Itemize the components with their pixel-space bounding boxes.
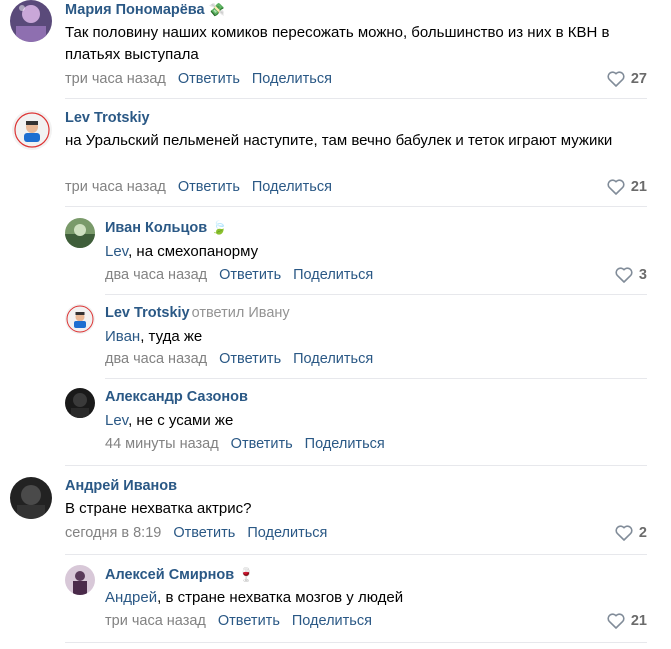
like-count: 3 <box>638 267 647 283</box>
separator <box>65 554 647 555</box>
heart-icon <box>615 267 633 283</box>
avatar[interactable] <box>65 304 95 334</box>
reply-button[interactable]: Ответить <box>219 351 281 367</box>
leaf-emoji-icon: 🍃 <box>211 220 228 235</box>
share-button[interactable]: Поделиться <box>252 71 332 87</box>
like-button[interactable]: 2 <box>615 525 647 541</box>
share-button[interactable]: Поделиться <box>252 179 332 195</box>
reply-button[interactable]: Ответить <box>219 267 281 283</box>
avatar[interactable] <box>65 218 95 248</box>
avatar[interactable] <box>65 388 95 418</box>
comment-meta: сегодня в 8:19 Ответить Поделиться <box>65 525 327 541</box>
share-button[interactable]: Поделиться <box>292 613 372 629</box>
comment-text: на Уральский пельменей наступите, там ве… <box>65 132 613 149</box>
comment-text: Иван, туда же <box>105 328 203 345</box>
like-count: 21 <box>630 179 647 195</box>
author-name[interactable]: Андрей Иванов <box>65 478 177 494</box>
comment-text: Lev, не с усами же <box>105 412 234 429</box>
avatar[interactable] <box>10 0 52 42</box>
money-emoji-icon: 💸 <box>208 2 225 17</box>
separator <box>105 294 647 295</box>
separator <box>65 465 647 466</box>
reply-button[interactable]: Ответить <box>178 179 240 195</box>
separator <box>105 378 647 379</box>
comment-text: Так половину наших комиков пересожать мо… <box>65 24 610 63</box>
timestamp[interactable]: три часа назад <box>65 179 166 195</box>
like-count: 2 <box>638 525 647 541</box>
mention-link[interactable]: Lev <box>105 243 128 260</box>
separator <box>65 642 647 643</box>
wine-glass-emoji-icon: 🍷 <box>238 567 255 582</box>
like-button[interactable]: 21 <box>607 613 647 629</box>
like-button[interactable]: 3 <box>615 267 647 283</box>
mention-link[interactable]: Lev <box>105 412 128 429</box>
author-name[interactable]: Lev Trotskiy ответил Ивану <box>105 305 290 321</box>
replied-to-label[interactable]: ответил Ивану <box>192 305 290 321</box>
heart-icon <box>607 179 625 195</box>
comment-meta: два часа назад Ответить Поделиться <box>105 267 373 283</box>
share-button[interactable]: Поделиться <box>247 525 327 541</box>
comment-text: Андрей, в стране нехватка мозгов у людей <box>105 589 404 606</box>
reply-button[interactable]: Ответить <box>178 71 240 87</box>
author-name[interactable]: Алексей Смирнов 🍷 <box>105 567 254 583</box>
mention-link[interactable]: Андрей <box>105 589 157 606</box>
comment-meta: три часа назад Ответить Поделиться <box>65 179 332 195</box>
like-count: 21 <box>630 613 647 629</box>
reply-button[interactable]: Ответить <box>218 613 280 629</box>
avatar[interactable] <box>65 565 95 595</box>
comment-meta: три часа назад Ответить Поделиться <box>65 71 332 87</box>
author-name[interactable]: Иван Кольцов 🍃 <box>105 220 227 236</box>
comment-text: Lev, на смехопанорму <box>105 243 259 260</box>
heart-icon <box>607 613 625 629</box>
avatar[interactable] <box>12 110 52 150</box>
timestamp[interactable]: два часа назад <box>105 267 207 283</box>
author-name[interactable]: Lev Trotskiy <box>65 110 150 126</box>
separator <box>65 206 647 207</box>
separator <box>65 98 647 99</box>
timestamp[interactable]: три часа назад <box>105 613 206 629</box>
like-button[interactable]: 21 <box>607 179 647 195</box>
comment-meta: два часа назад Ответить Поделиться <box>105 351 373 367</box>
timestamp[interactable]: три часа назад <box>65 71 166 87</box>
comment-text: В стране нехватка актрис? <box>65 500 252 517</box>
like-button[interactable]: 27 <box>607 71 647 87</box>
heart-icon <box>615 525 633 541</box>
like-count: 27 <box>630 71 647 87</box>
timestamp[interactable]: два часа назад <box>105 351 207 367</box>
reply-button[interactable]: Ответить <box>231 436 293 452</box>
share-button[interactable]: Поделиться <box>293 267 373 283</box>
share-button[interactable]: Поделиться <box>305 436 385 452</box>
heart-icon <box>607 71 625 87</box>
author-name[interactable]: Александр Сазонов <box>105 389 248 405</box>
timestamp[interactable]: 44 минуты назад <box>105 436 219 452</box>
author-name[interactable]: Мария Пономарёва 💸 <box>65 2 225 18</box>
comment-meta: 44 минуты назад Ответить Поделиться <box>105 436 385 452</box>
share-button[interactable]: Поделиться <box>293 351 373 367</box>
timestamp[interactable]: сегодня в 8:19 <box>65 525 161 541</box>
comment-meta: три часа назад Ответить Поделиться <box>105 613 372 629</box>
mention-link[interactable]: Иван <box>105 328 140 345</box>
reply-button[interactable]: Ответить <box>173 525 235 541</box>
avatar[interactable] <box>10 477 52 519</box>
